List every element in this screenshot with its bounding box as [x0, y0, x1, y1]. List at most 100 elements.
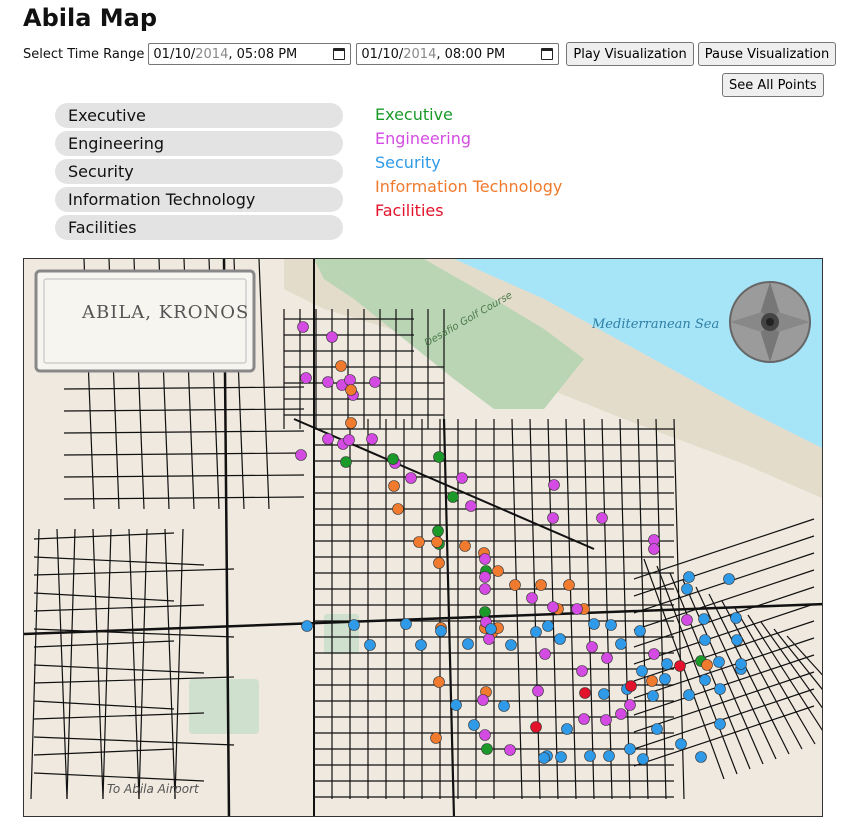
- end-year: 2014: [403, 46, 437, 62]
- calendar-icon[interactable]: [333, 48, 346, 60]
- employee-point: [555, 751, 567, 763]
- employee-point: [699, 634, 711, 646]
- employee-point: [509, 579, 521, 591]
- employee-point: [462, 638, 474, 650]
- employee-point: [683, 689, 695, 701]
- employee-point: [435, 625, 447, 637]
- employee-point: [603, 750, 615, 762]
- employee-point: [600, 714, 612, 726]
- employee-point: [723, 573, 735, 585]
- employee-point: [431, 536, 443, 548]
- start-datetime-input[interactable]: 01/10/2014, 05:08 PM: [148, 43, 352, 65]
- employee-point: [538, 752, 550, 764]
- employee-point: [465, 500, 477, 512]
- legend-executive: Executive: [375, 105, 453, 124]
- employee-point: [450, 699, 462, 711]
- department-engineering[interactable]: Engineering: [55, 131, 343, 156]
- legend-security: Security: [375, 153, 441, 172]
- end-time: , 08:00 PM: [436, 46, 506, 62]
- employee-point: [714, 718, 726, 730]
- legend-facilities: Facilities: [375, 201, 444, 220]
- department-security[interactable]: Security: [55, 159, 343, 184]
- employee-point: [701, 659, 713, 671]
- employee-point: [492, 565, 504, 577]
- see-all-points-button[interactable]: See All Points: [722, 73, 824, 97]
- employee-point: [584, 750, 596, 762]
- employee-point: [345, 384, 357, 396]
- employee-point: [479, 583, 491, 595]
- employee-point: [681, 583, 693, 595]
- pause-visualization-button[interactable]: Pause Visualization: [697, 42, 837, 66]
- employee-point: [483, 633, 495, 645]
- employee-point: [326, 331, 338, 343]
- airport-label: To Abila Airport: [107, 782, 199, 796]
- employee-point: [459, 540, 471, 552]
- employee-point: [615, 638, 627, 650]
- employee-point: [433, 451, 445, 463]
- department-executive[interactable]: Executive: [55, 103, 343, 128]
- employee-point: [547, 512, 559, 524]
- employee-point: [731, 634, 743, 646]
- employee-point: [588, 618, 600, 630]
- employee-point: [713, 656, 725, 668]
- employee-point: [576, 665, 588, 677]
- time-range-controls: Select Time Range 01/10/2014, 05:08 PM 0…: [23, 42, 838, 66]
- employee-point: [481, 743, 493, 755]
- employee-point: [432, 525, 444, 537]
- employee-point: [651, 723, 663, 735]
- employee-point: [681, 614, 693, 626]
- employee-point: [730, 612, 742, 624]
- play-visualization-button[interactable]: Play Visualization: [566, 42, 694, 66]
- employee-point: [322, 433, 334, 445]
- employee-point: [605, 619, 617, 631]
- employee-point: [413, 536, 425, 548]
- employee-point: [297, 321, 309, 333]
- employee-point: [625, 680, 637, 692]
- map-canvas[interactable]: [24, 259, 823, 817]
- employee-point: [479, 571, 491, 583]
- end-datetime-input[interactable]: 01/10/2014, 08:00 PM: [356, 43, 560, 65]
- employee-point: [539, 648, 551, 660]
- employee-point: [675, 738, 687, 750]
- abila-map[interactable]: ABILA, KRONOS Mediterranean Sea To Abila…: [23, 258, 823, 817]
- employee-point: [683, 571, 695, 583]
- employee-point: [636, 665, 648, 677]
- legend-engineering: Engineering: [375, 129, 471, 148]
- employee-point: [548, 479, 560, 491]
- department-facilities[interactable]: Facilities: [55, 215, 343, 240]
- employee-point: [547, 601, 559, 613]
- employee-point: [348, 619, 360, 631]
- calendar-icon[interactable]: [541, 48, 554, 60]
- employee-point: [300, 372, 312, 384]
- employee-point: [392, 503, 404, 515]
- employee-point: [695, 751, 707, 763]
- employee-point: [698, 613, 710, 625]
- employee-point: [340, 456, 352, 468]
- employee-point: [646, 675, 658, 687]
- employee-point: [447, 491, 459, 503]
- employee-point: [301, 620, 313, 632]
- employee-point: [571, 603, 583, 615]
- employee-point: [364, 639, 376, 651]
- employee-point: [400, 618, 412, 630]
- start-time: , 05:08 PM: [228, 46, 298, 62]
- legend-information-technology: Information Technology: [375, 177, 563, 196]
- page-title: Abila Map: [23, 4, 158, 32]
- employee-point: [598, 688, 610, 700]
- employee-point: [430, 732, 442, 744]
- employee-point: [532, 685, 544, 697]
- employee-point: [563, 579, 575, 591]
- employee-point: [479, 606, 491, 618]
- employee-point: [647, 690, 659, 702]
- employee-point: [579, 687, 591, 699]
- department-information-technology[interactable]: Information Technology: [55, 187, 343, 212]
- employee-point: [345, 417, 357, 429]
- employee-point: [322, 376, 334, 388]
- employee-point: [498, 700, 510, 712]
- employee-point: [674, 660, 686, 672]
- employee-point: [344, 374, 356, 386]
- city-label: ABILA, KRONOS: [82, 302, 250, 323]
- employee-point: [735, 658, 747, 670]
- employee-point: [624, 743, 636, 755]
- employee-point: [661, 658, 673, 670]
